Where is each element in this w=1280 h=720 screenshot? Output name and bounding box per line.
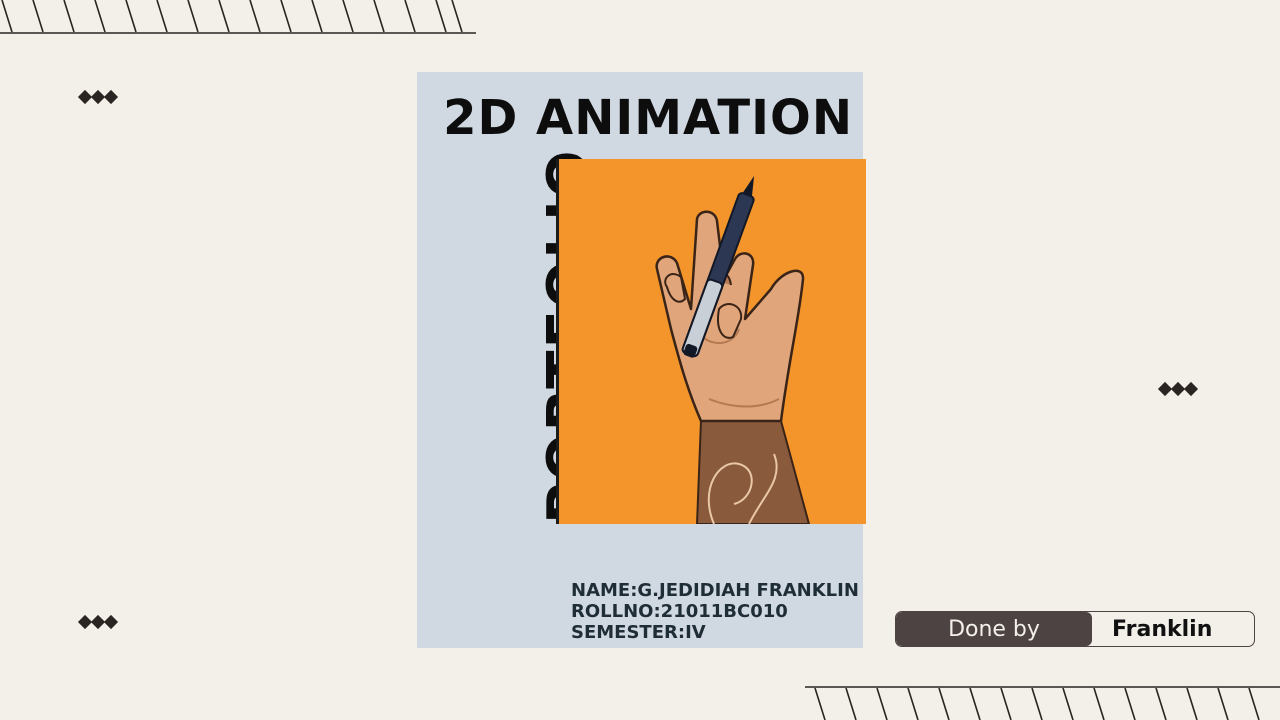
credit-label: Done by xyxy=(896,612,1092,646)
hatch-decoration-bottom xyxy=(805,686,1280,720)
cover-illustration xyxy=(556,159,866,524)
triple-diamond-icon xyxy=(77,614,119,630)
credit-name: Franklin xyxy=(1112,616,1213,642)
credit-badge: Done by Franklin xyxy=(895,611,1255,647)
hatch-decoration-top xyxy=(0,0,476,34)
triple-diamond-icon xyxy=(77,89,119,105)
student-name: NAME:G.JEDIDIAH FRANKLIN xyxy=(571,580,859,601)
student-info: NAME:G.JEDIDIAH FRANKLIN ROLLNO:21011BC0… xyxy=(571,580,859,643)
triple-diamond-icon xyxy=(1157,381,1199,397)
student-roll-number: ROLLNO:21011BC010 xyxy=(571,601,788,622)
student-semester: SEMESTER:IV xyxy=(571,622,706,643)
cover-title: 2D ANIMATION xyxy=(443,90,853,146)
portfolio-cover: 2D ANIMATION PORTFOLIO NA xyxy=(417,72,866,648)
hand-holding-pen-icon xyxy=(655,176,811,524)
